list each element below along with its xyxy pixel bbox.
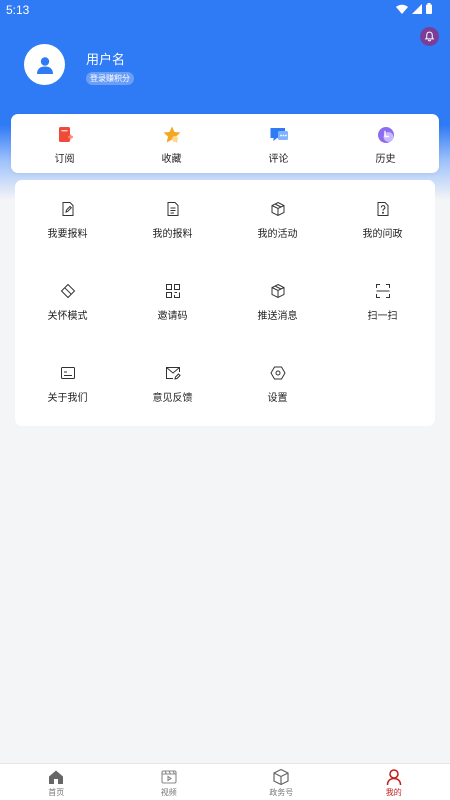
status-icons — [396, 3, 432, 14]
subscribe-icon — [58, 127, 73, 142]
tab-label: 视频 — [160, 788, 177, 797]
quick-action-favorite[interactable]: 收藏 — [118, 114, 225, 173]
feedback-mail-icon — [165, 367, 181, 380]
notification-bell-button[interactable] — [420, 27, 439, 46]
menu-item-scan[interactable]: 扫一扫 — [330, 262, 435, 322]
menu-item-settings[interactable]: 设置 — [225, 344, 330, 404]
menu-item-push-messages[interactable]: 推送消息 — [225, 262, 330, 322]
menu-item-label: 关于我们 — [47, 393, 88, 404]
push-cube-icon — [271, 283, 284, 299]
quick-action-label: 收藏 — [161, 154, 182, 165]
home-icon — [49, 770, 64, 784]
video-icon — [161, 770, 177, 784]
history-icon — [377, 127, 394, 143]
menu-grid-card: 我要报料 我的报料 我的活动 我的问政 关怀模式 邀请码 推送消息 扫一扫 关于… — [15, 180, 435, 426]
menu-item-label: 意见反馈 — [152, 393, 193, 404]
quick-action-label: 订阅 — [54, 154, 75, 165]
doc-list-icon — [167, 202, 178, 216]
bell-icon — [424, 31, 435, 42]
tab-gov-accounts[interactable]: 政务号 — [225, 764, 338, 800]
menu-item-my-inquiries[interactable]: 我的问政 — [330, 180, 435, 240]
bottom-tab-bar: 首页 视频 政务号 我的 — [0, 763, 450, 800]
user-avatar-icon — [36, 56, 53, 74]
menu-item-label: 扫一扫 — [367, 311, 398, 322]
edit-doc-icon — [62, 202, 73, 216]
status-bar: 5:13 — [0, 0, 450, 20]
menu-item-about-us[interactable]: 关于我们 — [15, 344, 120, 404]
menu-item-label: 关怀模式 — [47, 311, 88, 322]
username[interactable]: 用户名 — [86, 49, 125, 68]
menu-item-feedback[interactable]: 意见反馈 — [120, 344, 225, 404]
quick-action-label: 评论 — [268, 154, 289, 165]
user-icon — [386, 769, 401, 786]
login-points-badge[interactable]: 登录赚积分 — [86, 72, 134, 85]
menu-item-label: 我要报料 — [47, 229, 88, 240]
quick-action-label: 历史 — [375, 154, 396, 165]
quick-action-history[interactable]: 历史 — [332, 114, 439, 173]
comment-icon — [270, 128, 288, 141]
menu-item-my-activities[interactable]: 我的活动 — [225, 180, 330, 240]
battery-icon — [426, 3, 432, 14]
menu-item-submit-tip[interactable]: 我要报料 — [15, 180, 120, 240]
about-card-icon — [60, 367, 75, 379]
gov-cube-icon — [273, 768, 289, 786]
menu-item-label: 设置 — [267, 393, 288, 404]
menu-item-label: 我的报料 — [152, 229, 193, 240]
avatar[interactable] — [24, 44, 65, 85]
status-time: 5:13 — [6, 3, 30, 17]
quick-actions-card: 订阅 收藏 评论 历史 — [11, 114, 439, 173]
menu-item-care-mode[interactable]: 关怀模式 — [15, 262, 120, 322]
care-diamond-icon — [60, 283, 75, 299]
tab-mine[interactable]: 我的 — [338, 764, 450, 800]
tab-label: 首页 — [48, 788, 65, 797]
tab-home[interactable]: 首页 — [0, 764, 113, 800]
cube-icon — [271, 201, 284, 217]
tab-label: 我的 — [385, 788, 402, 797]
favorite-star-icon — [163, 126, 180, 143]
tab-label: 政务号 — [269, 788, 294, 797]
menu-item-label: 推送消息 — [257, 311, 298, 322]
wifi-icon — [396, 4, 408, 14]
quick-action-comment[interactable]: 评论 — [225, 114, 332, 173]
menu-item-invite-code[interactable]: 邀请码 — [120, 262, 225, 322]
menu-item-label: 邀请码 — [157, 311, 188, 322]
tab-video[interactable]: 视频 — [113, 764, 226, 800]
qr-grid-icon — [165, 284, 180, 298]
quick-action-subscribe[interactable]: 订阅 — [11, 114, 118, 173]
settings-hexagon-icon — [269, 366, 286, 380]
menu-item-label: 我的问政 — [362, 229, 403, 240]
signal-icon — [412, 3, 422, 14]
question-doc-icon — [377, 202, 388, 216]
menu-item-my-tips[interactable]: 我的报料 — [120, 180, 225, 240]
menu-item-label: 我的活动 — [257, 229, 298, 240]
scan-icon — [375, 284, 390, 298]
